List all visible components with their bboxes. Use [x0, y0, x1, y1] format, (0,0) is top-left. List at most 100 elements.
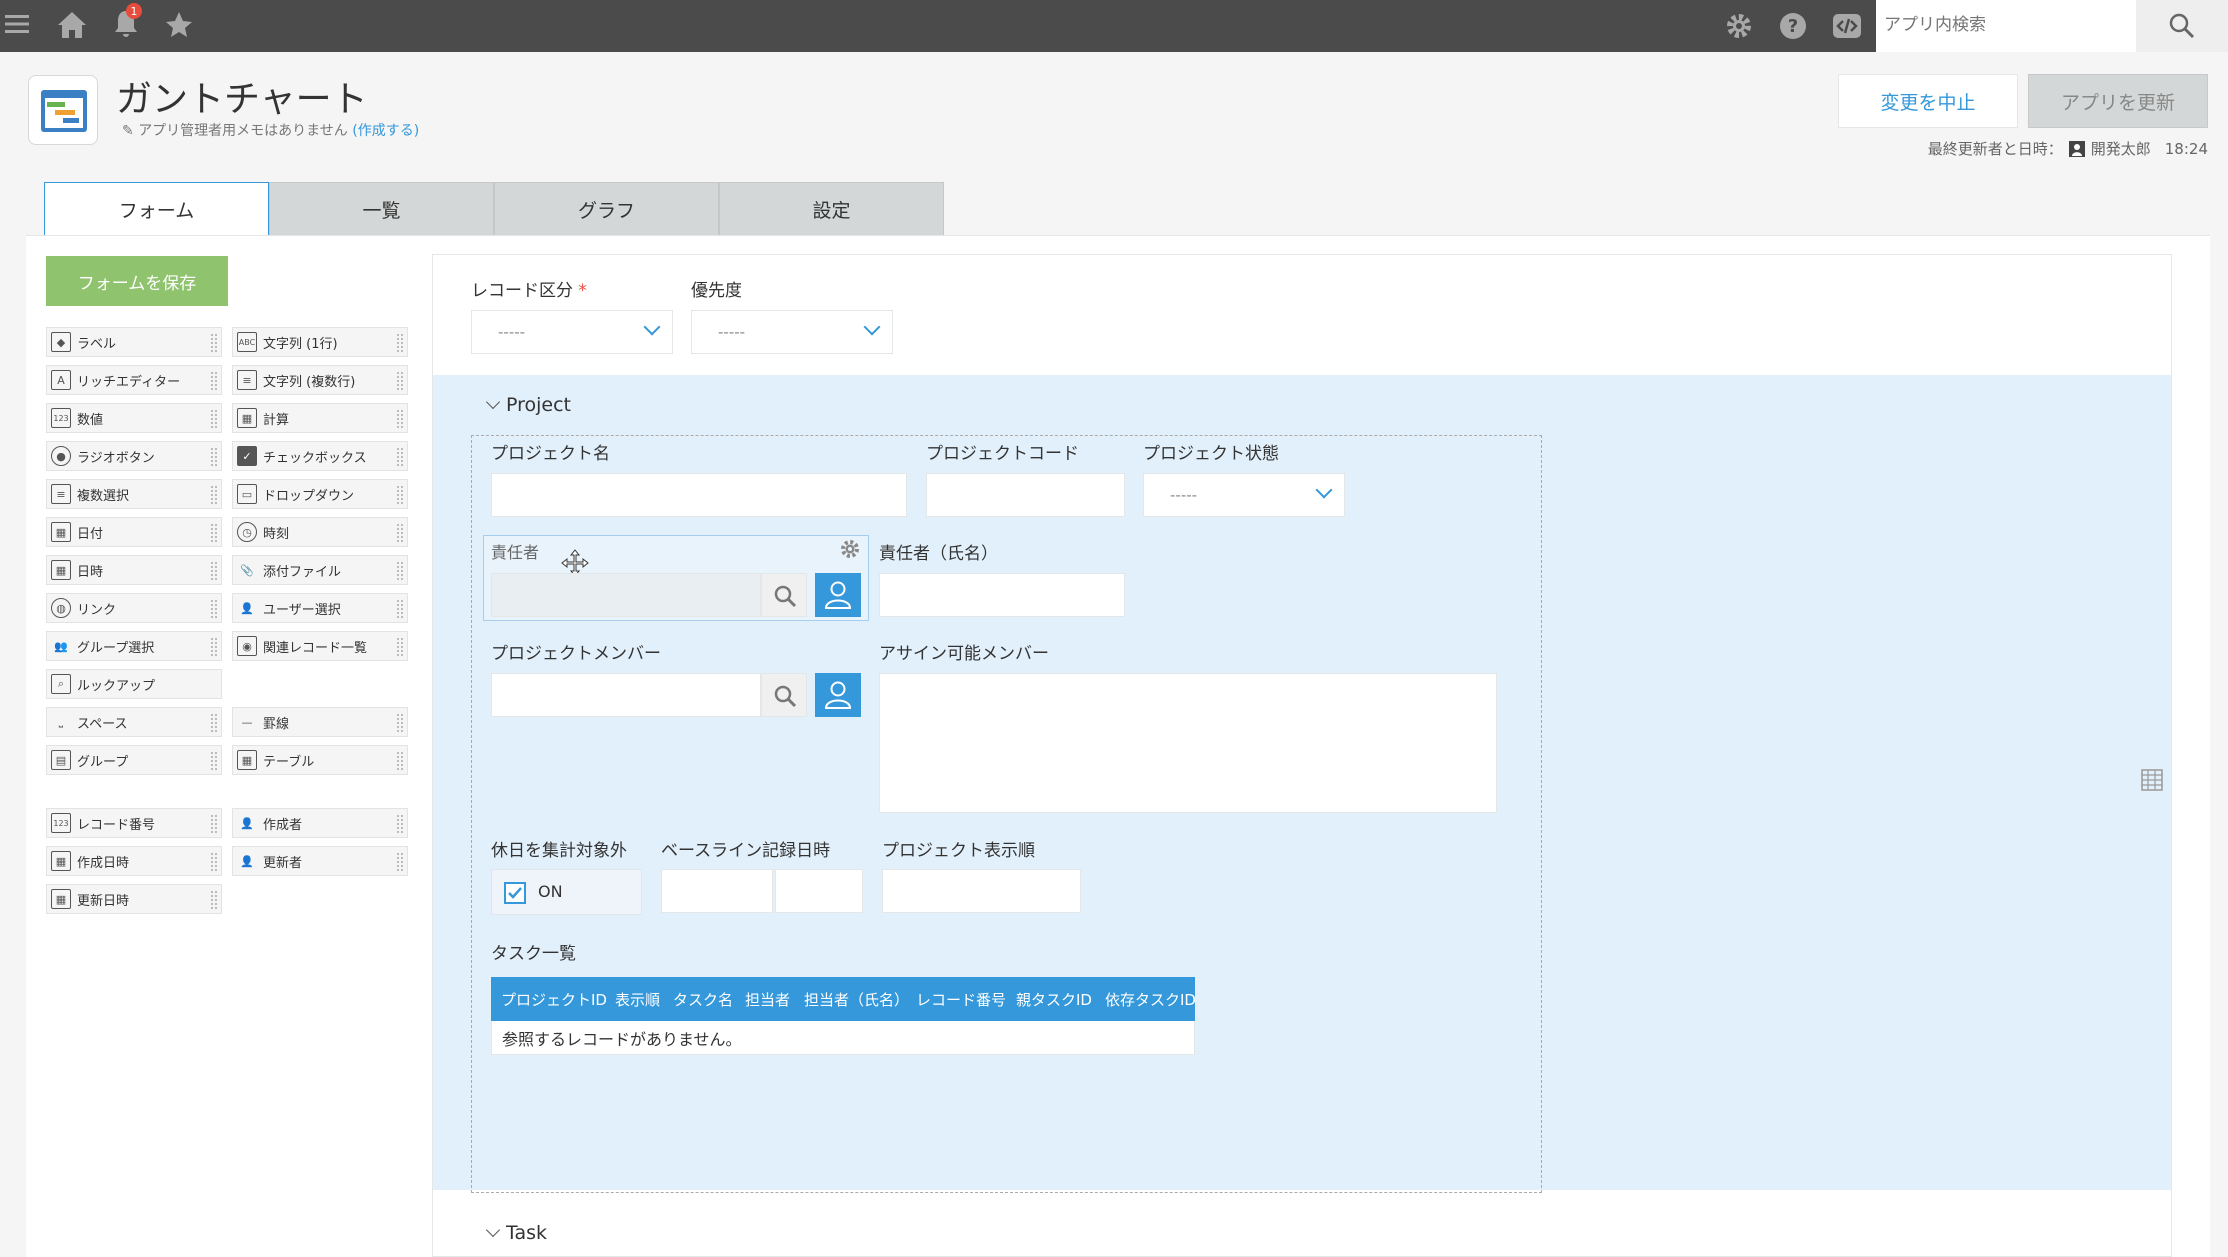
settings-gear-icon[interactable]: [1724, 11, 1754, 47]
memo-edit-icon: ✎: [122, 123, 139, 139]
palette-group[interactable]: ▤ グループ: [46, 745, 222, 775]
palette-multi-select[interactable]: ≡ 複数選択: [46, 479, 222, 509]
drag-handle[interactable]: [211, 815, 217, 833]
drag-handle[interactable]: [211, 410, 217, 428]
project-name-field[interactable]: [491, 473, 907, 517]
palette-checkbox[interactable]: ✓ チェックボックス: [232, 441, 408, 471]
drag-handle[interactable]: [211, 372, 217, 390]
drag-handle[interactable]: [397, 448, 403, 466]
baseline-time-field[interactable]: [775, 869, 863, 913]
search-button[interactable]: [2136, 0, 2228, 52]
project-code-field[interactable]: [926, 473, 1125, 517]
drag-handle[interactable]: [211, 853, 217, 871]
priority-dropdown[interactable]: -----: [691, 310, 893, 354]
drag-handle[interactable]: [397, 752, 403, 770]
palette-item-label: レコード番号: [77, 817, 156, 833]
owner-user-picker-button[interactable]: [815, 573, 861, 617]
drag-handle[interactable]: [397, 524, 403, 542]
palette-datetime[interactable]: ▦ 日時: [46, 555, 222, 585]
palette-number[interactable]: 123 数値: [46, 403, 222, 433]
drag-handle[interactable]: [211, 600, 217, 618]
palette-single-line-text[interactable]: ABC 文字列 (1行): [232, 327, 408, 357]
chevron-down-icon: [643, 318, 661, 336]
drag-handle[interactable]: [397, 562, 403, 580]
palette-border[interactable]: — 罫線: [232, 707, 408, 737]
update-app-button[interactable]: アプリを更新: [2028, 74, 2208, 128]
display-order-label: プロジェクト表示順: [882, 841, 1035, 861]
owner-name-field[interactable]: [879, 573, 1125, 617]
owner-input[interactable]: [491, 573, 761, 617]
palette-rich-editor[interactable]: A リッチエディター: [46, 365, 222, 395]
globe-icon: ◍: [51, 598, 71, 618]
record-kubun-dropdown[interactable]: -----: [471, 310, 673, 354]
drag-handle[interactable]: [211, 752, 217, 770]
group-users-icon: 👥: [54, 639, 68, 653]
display-order-field[interactable]: [882, 869, 1081, 913]
palette-created-by[interactable]: 👤 作成者: [232, 808, 408, 838]
drag-handle[interactable]: [211, 486, 217, 504]
member-input[interactable]: [491, 673, 761, 717]
save-form-button[interactable]: フォームを保存: [46, 256, 228, 306]
palette-link[interactable]: ◍ リンク: [46, 593, 222, 623]
drag-handle[interactable]: [211, 334, 217, 352]
baseline-date-field[interactable]: [661, 869, 773, 913]
palette-related-records[interactable]: ◉ 関連レコード一覧: [232, 631, 408, 661]
tab-settings[interactable]: 設定: [719, 182, 944, 236]
drag-handle[interactable]: [397, 714, 403, 732]
palette-date[interactable]: ▦ 日付: [46, 517, 222, 547]
drag-handle[interactable]: [211, 714, 217, 732]
drag-handle[interactable]: [211, 638, 217, 656]
drag-handle[interactable]: [211, 448, 217, 466]
owner-search-button[interactable]: [761, 573, 807, 617]
palette-attachment[interactable]: 📎 添付ファイル: [232, 555, 408, 585]
create-memo-link[interactable]: (作成する): [352, 123, 419, 139]
drag-handle[interactable]: [397, 334, 403, 352]
hamburger-menu-icon[interactable]: [4, 11, 30, 43]
palette-record-number[interactable]: 123 レコード番号: [46, 808, 222, 838]
member-user-picker-button[interactable]: [815, 673, 861, 717]
developer-code-icon[interactable]: [1832, 11, 1862, 47]
drag-handle[interactable]: [397, 600, 403, 618]
field-settings-gear-icon[interactable]: [839, 538, 861, 560]
palette-item-label: 時刻: [263, 526, 290, 542]
palette-dropdown[interactable]: ▭ ドロップダウン: [232, 479, 408, 509]
palette-user-select[interactable]: 👤 ユーザー選択: [232, 593, 408, 623]
home-icon[interactable]: [56, 10, 88, 46]
app-search-input[interactable]: [1884, 10, 2124, 40]
palette-space[interactable]: ⎵ スペース: [46, 707, 222, 737]
palette-time[interactable]: ◷ 時刻: [232, 517, 408, 547]
project-group-header[interactable]: Project: [485, 394, 571, 416]
drag-handle[interactable]: [397, 853, 403, 871]
project-status-dropdown[interactable]: -----: [1143, 473, 1345, 517]
favorites-star-icon[interactable]: [164, 10, 194, 46]
palette-lookup[interactable]: ⌕ ルックアップ: [46, 669, 222, 699]
task-group-header[interactable]: Task: [485, 1222, 547, 1244]
tab-graph[interactable]: グラフ: [494, 182, 719, 236]
drag-handle[interactable]: [397, 410, 403, 428]
table-layout-icon[interactable]: [2141, 769, 2163, 791]
member-search-button[interactable]: [761, 673, 807, 717]
palette-updated-datetime[interactable]: ▦ 更新日時: [46, 884, 222, 914]
drag-handle[interactable]: [211, 562, 217, 580]
drag-handle[interactable]: [397, 815, 403, 833]
last-update-user[interactable]: 開発太郎: [2091, 138, 2151, 159]
assignable-members-field[interactable]: [879, 673, 1497, 813]
drag-handle[interactable]: [397, 372, 403, 390]
drag-handle[interactable]: [211, 891, 217, 909]
drag-handle[interactable]: [397, 486, 403, 504]
palette-multi-line-text[interactable]: ≡ 文字列 (複数行): [232, 365, 408, 395]
palette-table[interactable]: ▦ テーブル: [232, 745, 408, 775]
palette-calculation[interactable]: ▦ 計算: [232, 403, 408, 433]
palette-group-select[interactable]: 👥 グループ選択: [46, 631, 222, 661]
palette-updated-by[interactable]: 👤 更新者: [232, 846, 408, 876]
drag-handle[interactable]: [397, 638, 403, 656]
cancel-changes-button[interactable]: 変更を中止: [1838, 74, 2018, 128]
help-icon[interactable]: ?: [1778, 11, 1808, 47]
palette-radio-button[interactable]: ● ラジオボタン: [46, 441, 222, 471]
tab-list[interactable]: 一覧: [269, 182, 494, 236]
palette-label[interactable]: ◆ ラベル: [46, 327, 222, 357]
palette-created-datetime[interactable]: ▦ 作成日時: [46, 846, 222, 876]
holiday-checkbox[interactable]: [504, 882, 526, 904]
drag-handle[interactable]: [211, 524, 217, 542]
tab-form[interactable]: フォーム: [44, 182, 269, 236]
